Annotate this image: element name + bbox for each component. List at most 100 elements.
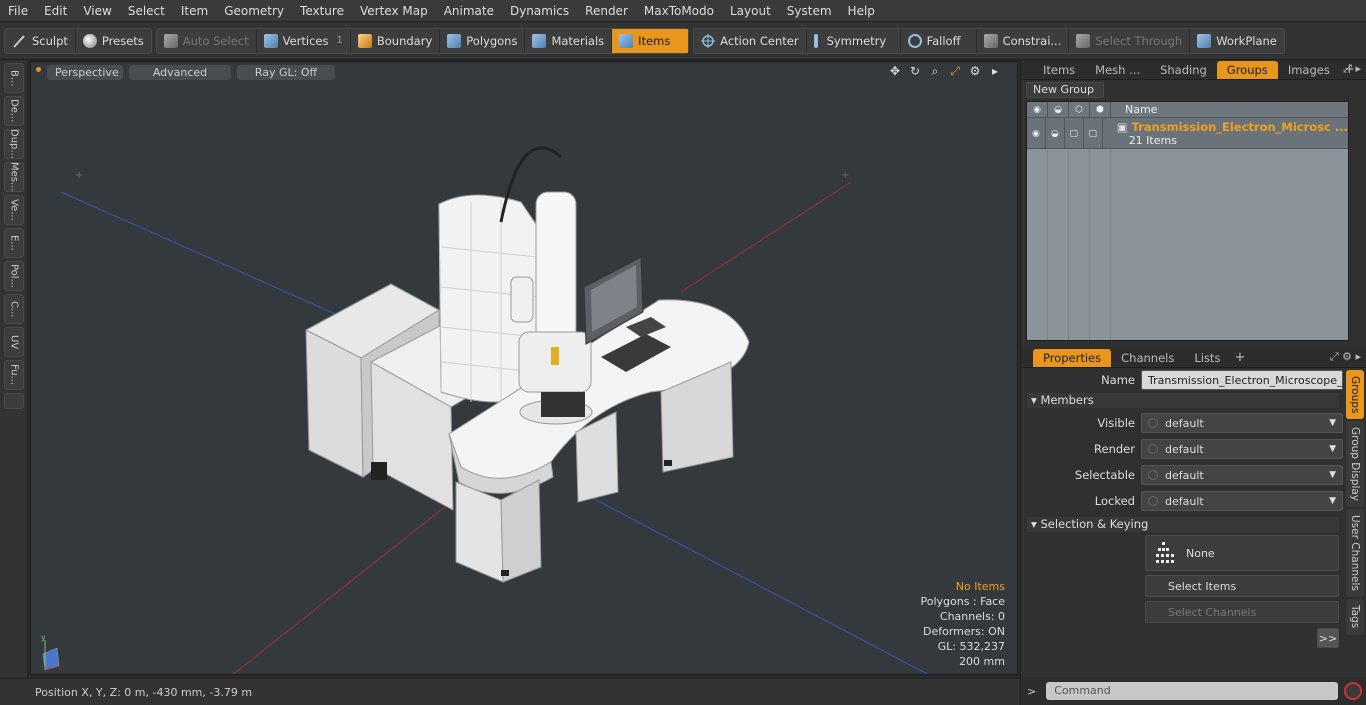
menu-maxtomodo[interactable]: MaxToModo	[636, 0, 722, 22]
lock-icon[interactable]: ⬡	[1069, 102, 1090, 118]
materials-button[interactable]: Materials	[525, 28, 613, 53]
auto-select-button[interactable]: Auto Select	[157, 28, 257, 53]
render-toggle-icon[interactable]: ◒	[1046, 118, 1065, 149]
command-input[interactable]: Command	[1046, 682, 1339, 700]
menu-render[interactable]: Render	[577, 0, 636, 22]
svg-text:y: y	[41, 633, 46, 642]
raygl-toggle[interactable]: Ray GL: Off	[237, 64, 335, 80]
shading-dropdown[interactable]: Advanced	[129, 64, 231, 80]
polygons-button[interactable]: Polygons	[440, 28, 526, 53]
menu-geometry[interactable]: Geometry	[216, 0, 292, 22]
side-tab-tags[interactable]: Tags	[1346, 599, 1364, 635]
items-button[interactable]: Items	[612, 28, 689, 53]
menu-file[interactable]: File	[0, 0, 36, 22]
menu-edit[interactable]: Edit	[36, 0, 75, 22]
vertices-button[interactable]: Vertices 1	[257, 28, 351, 53]
tab-groups[interactable]: Groups	[1216, 60, 1278, 79]
side-tab-group-display[interactable]: Group Display	[1346, 421, 1364, 508]
menu-texture[interactable]: Texture	[292, 0, 352, 22]
axis-gizmo: y	[41, 633, 60, 671]
locked-dropdown[interactable]: default ▼	[1141, 491, 1343, 511]
menu-layout[interactable]: Layout	[722, 0, 779, 22]
vertices-count: 1	[336, 35, 343, 46]
tab-images[interactable]: Images	[1278, 61, 1340, 79]
presets-button[interactable]: Presets	[76, 29, 151, 53]
select-toggle-icon[interactable]: ▢	[1084, 118, 1103, 149]
more-button[interactable]: >>	[1317, 628, 1339, 648]
selectable-icon[interactable]: ⬢	[1090, 102, 1111, 118]
sculpt-button[interactable]: Sculpt	[5, 28, 76, 53]
zoom-view-icon[interactable]: ⌕	[927, 64, 943, 80]
selectable-dropdown[interactable]: default ▼	[1141, 465, 1343, 485]
constraints-button[interactable]: Constrai...	[977, 28, 1070, 53]
new-group-button[interactable]: New Group	[1026, 82, 1104, 98]
symmetry-button[interactable]: Symmetry	[807, 28, 901, 53]
falloff-button[interactable]: Falloff	[901, 28, 977, 53]
menu-vertex-map[interactable]: Vertex Map	[352, 0, 436, 22]
menu-animate[interactable]: Animate	[436, 0, 502, 22]
menu-dynamics[interactable]: Dynamics	[502, 0, 577, 22]
left-tab-duplicate[interactable]: Dup...	[4, 129, 24, 159]
left-tab-edge[interactable]: E...	[4, 228, 24, 258]
3d-viewport[interactable]: y + + Perspective Advanced Ray GL: Off ✥…	[30, 61, 1018, 675]
eye-icon[interactable]: ◉	[1027, 102, 1048, 118]
selectable-value: default	[1165, 468, 1204, 482]
tab-lists[interactable]: Lists	[1184, 349, 1230, 367]
rotate-view-icon[interactable]: ↻	[907, 64, 923, 80]
z-axis-line-far	[580, 491, 929, 674]
list-item[interactable]: ◉ ◒ ▢ ▢ ▣ Transmission_Electron_Microsc …	[1027, 118, 1348, 149]
move-view-icon[interactable]: ✥	[887, 64, 903, 80]
view-mode-dropdown[interactable]: Perspective	[47, 64, 123, 80]
left-tab-extra[interactable]	[4, 393, 24, 409]
side-tab-user-channels[interactable]: User Channels	[1346, 509, 1364, 598]
name-column-header: Name	[1125, 103, 1158, 116]
members-section[interactable]: ▾ Members	[1027, 393, 1339, 408]
play-arrow-icon[interactable]: ▸	[987, 64, 1003, 80]
left-tab-polygon[interactable]: Pol...	[4, 261, 24, 291]
select-channels-button[interactable]: Select Channels	[1145, 601, 1339, 623]
gear-icon[interactable]: ⚙	[967, 64, 983, 80]
tab-channels[interactable]: Channels	[1111, 349, 1184, 367]
falloff-icon	[907, 33, 922, 48]
left-tab-mesh-edit[interactable]: Mes...	[4, 162, 24, 192]
tab-mesh[interactable]: Mesh ...	[1085, 61, 1150, 79]
left-tab-vertex[interactable]: Ve...	[4, 195, 24, 225]
select-items-button[interactable]: Select Items	[1145, 575, 1339, 597]
boundary-button[interactable]: Boundary	[351, 28, 441, 53]
left-tab-uv[interactable]: UV	[4, 327, 24, 357]
none-button[interactable]: None	[1145, 535, 1339, 571]
tab-items[interactable]: Items	[1033, 61, 1085, 79]
workplane-button[interactable]: WorkPlane	[1190, 29, 1284, 53]
x-axis-line-near	[232, 501, 452, 674]
left-tab-curve[interactable]: C...	[4, 294, 24, 324]
boundary-label: Boundary	[376, 33, 433, 48]
menu-select[interactable]: Select	[120, 0, 173, 22]
visible-dropdown[interactable]: default ▼	[1141, 413, 1343, 433]
panel-expand-icon[interactable]: ⤢ ▸	[1343, 62, 1361, 76]
add-tab-icon[interactable]: +	[1234, 350, 1245, 365]
left-tab-deform[interactable]: De...	[4, 96, 24, 126]
action-center-label: Action Center	[720, 33, 799, 48]
menu-help[interactable]: Help	[840, 0, 883, 22]
visibility-eye-icon[interactable]: ◉	[1027, 118, 1046, 149]
lock-toggle-icon[interactable]: ▢	[1065, 118, 1084, 149]
maximize-view-icon[interactable]: ⤢	[947, 64, 963, 80]
menu-item[interactable]: Item	[173, 0, 216, 22]
name-field[interactable]: Transmission_Electron_Microscope_Wi	[1141, 370, 1343, 390]
tab-shading[interactable]: Shading	[1150, 61, 1217, 79]
select-through-button[interactable]: Select Through	[1069, 28, 1191, 53]
left-tab-fusion[interactable]: Fu...	[4, 360, 24, 390]
render-dropdown[interactable]: default ▼	[1141, 439, 1343, 459]
left-tab-basic[interactable]: B...	[4, 63, 24, 93]
menu-system[interactable]: System	[779, 0, 840, 22]
action-center-button[interactable]: Action Center	[694, 28, 807, 53]
selection-keying-section[interactable]: ▾ Selection & Keying	[1027, 517, 1339, 532]
menu-view[interactable]: View	[75, 0, 119, 22]
record-macro-icon[interactable]	[1344, 682, 1363, 700]
position-readout: Position X, Y, Z: 0 m, -430 mm, -3.79 m	[35, 685, 253, 699]
locked-value: default	[1165, 494, 1204, 508]
tab-properties[interactable]: Properties	[1033, 348, 1112, 367]
panel-expand-icon[interactable]: ⤢ ⚙ ▸	[1330, 350, 1361, 364]
side-tab-groups[interactable]: Groups	[1346, 370, 1364, 420]
render-icon[interactable]: ◒	[1048, 102, 1069, 118]
